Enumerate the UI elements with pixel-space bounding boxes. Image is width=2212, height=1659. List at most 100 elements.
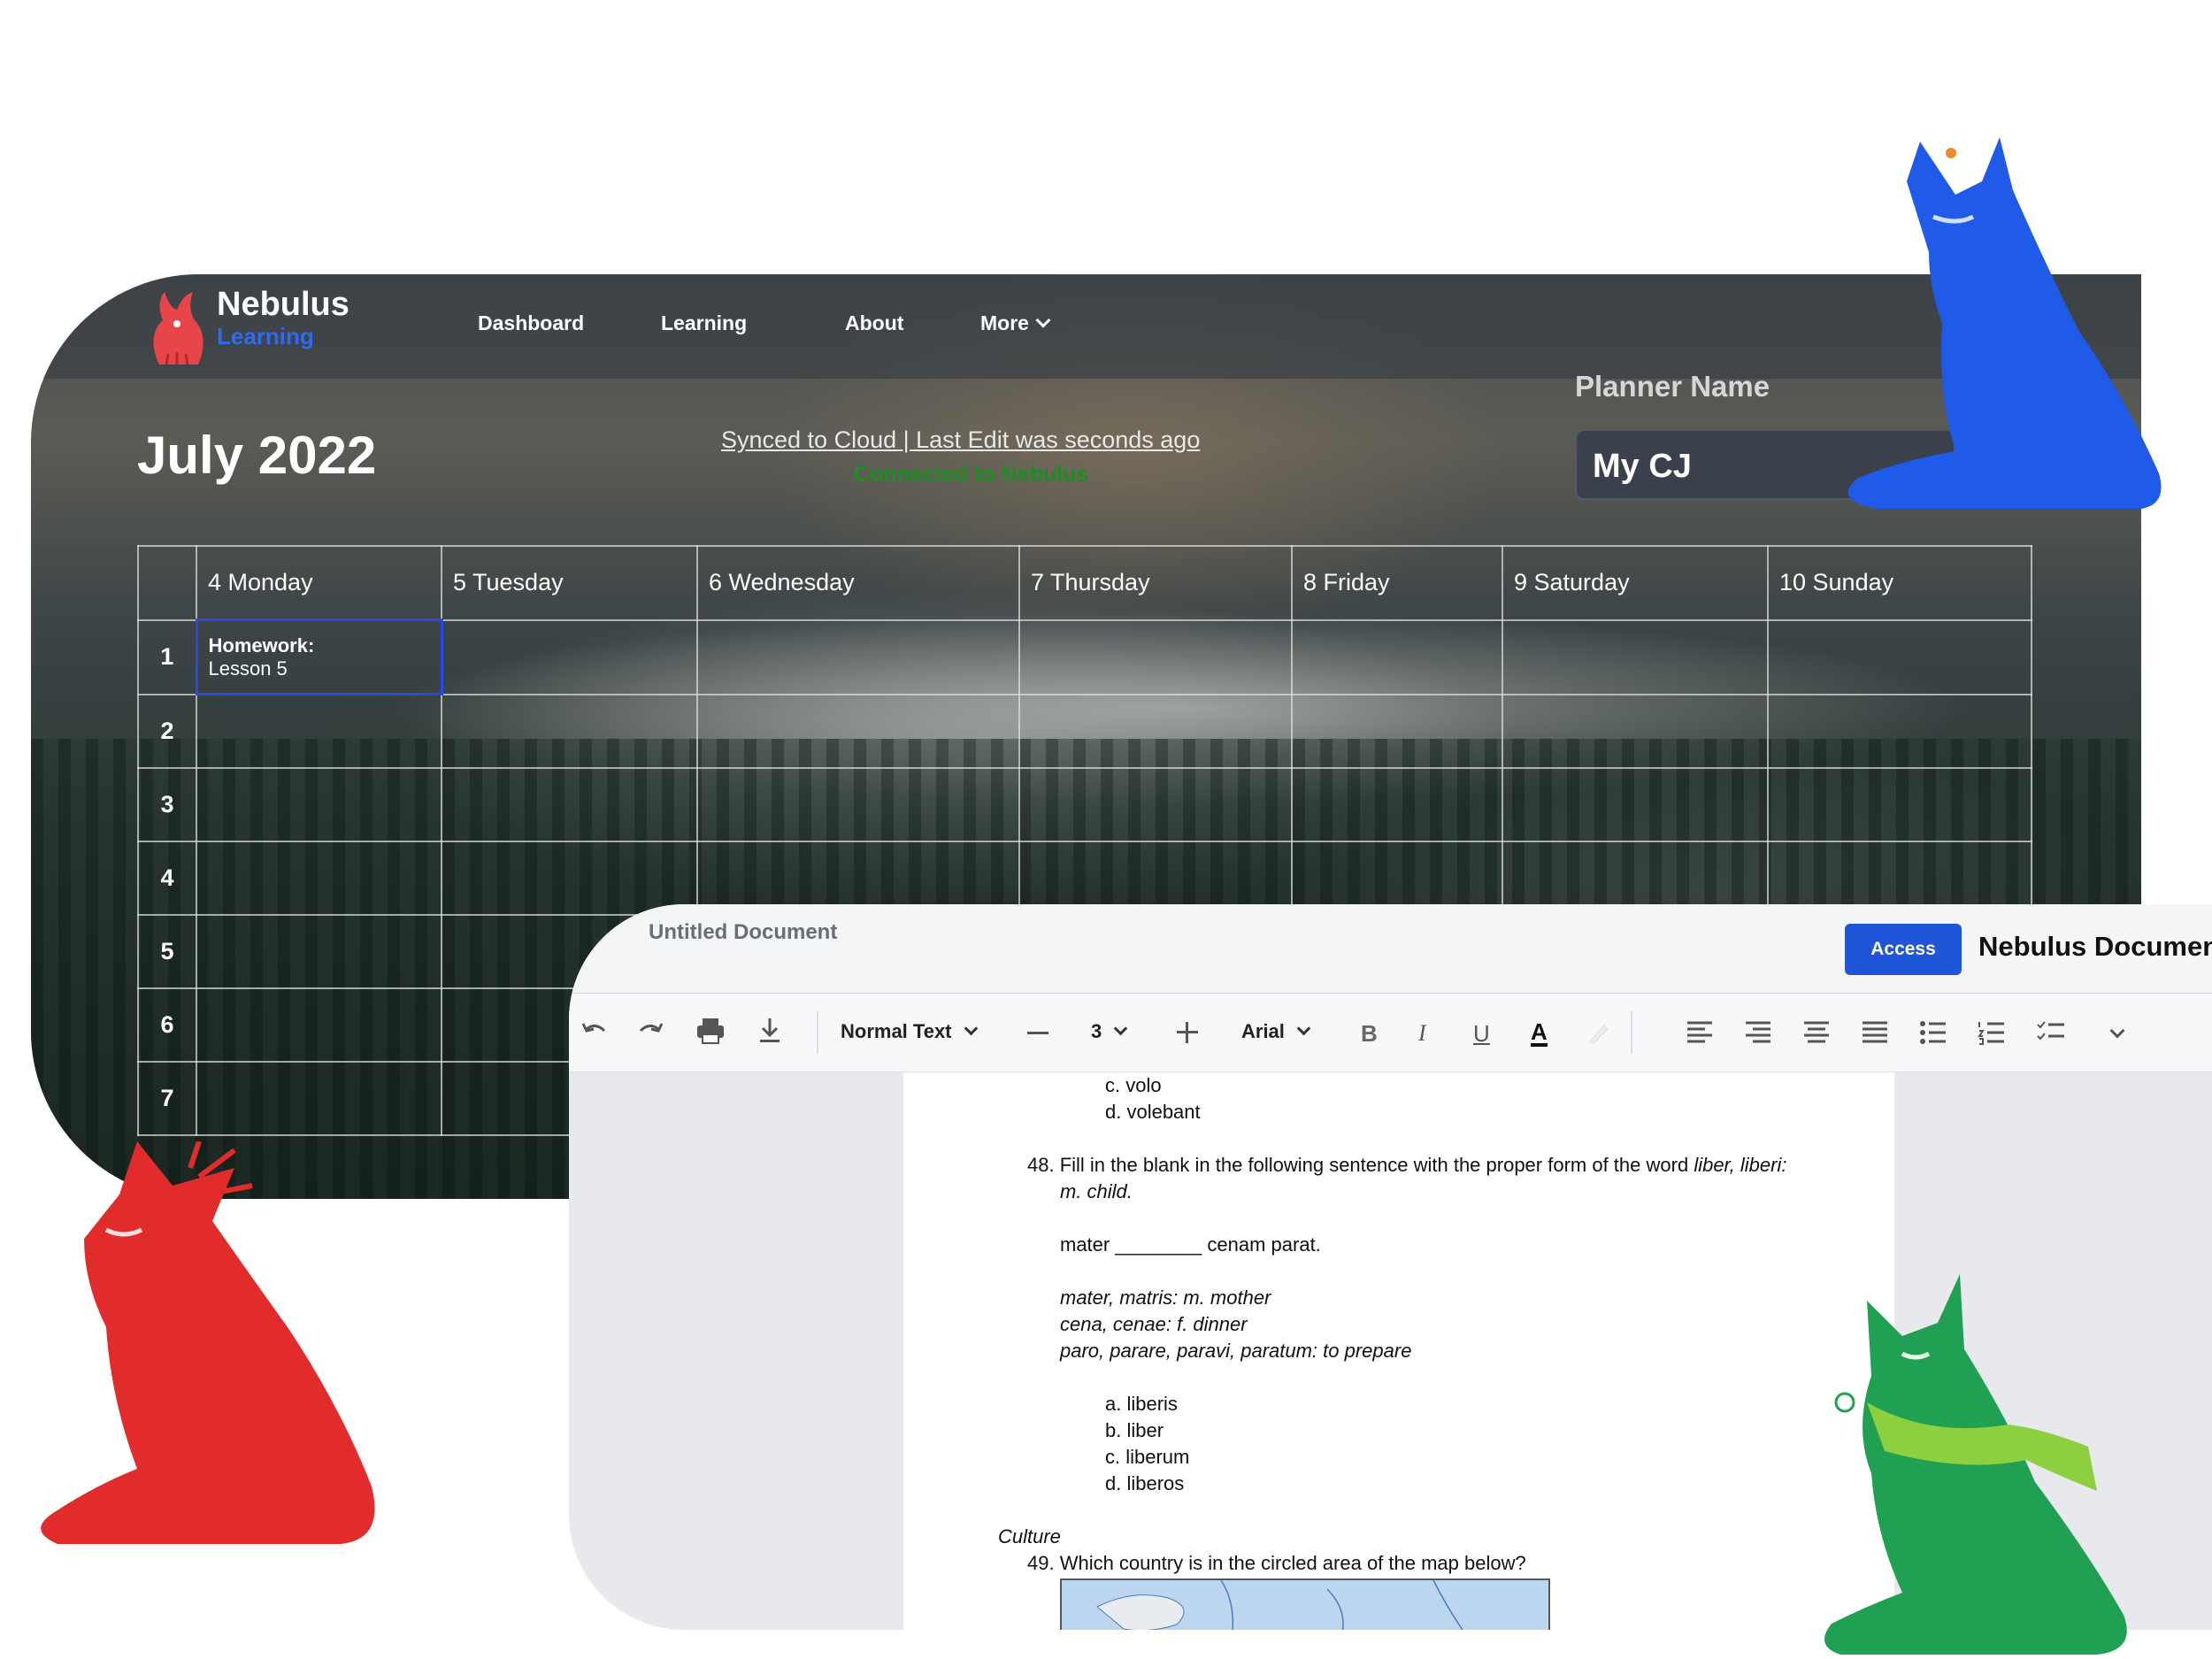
- planner-cell[interactable]: [441, 618, 698, 695]
- planner-cell[interactable]: [1018, 693, 1293, 769]
- font-size-value: 3: [1091, 1020, 1102, 1042]
- day-header: 7 Thursday: [1018, 545, 1293, 621]
- planner-cell[interactable]: [196, 767, 442, 842]
- brand-subtitle: Learning: [217, 323, 314, 349]
- nav-more[interactable]: More: [980, 311, 1051, 335]
- question-48-definition: m. child.: [1060, 1180, 1133, 1202]
- access-button[interactable]: Access: [1845, 924, 1962, 975]
- day-header: 8 Friday: [1291, 545, 1503, 621]
- answer-option: c. volo: [1105, 1074, 1162, 1096]
- planner-name-label: Planner Name: [1575, 370, 1770, 403]
- brand[interactable]: Nebulus Learning: [217, 285, 349, 349]
- planner-cell[interactable]: [196, 693, 442, 769]
- chevron-down-icon: [1035, 312, 1051, 328]
- period-number: 3: [137, 767, 197, 842]
- align-left-icon[interactable]: [1686, 1020, 1714, 1045]
- toolbar-divider: [1631, 1011, 1632, 1054]
- vocab-line: cena, cenae: f. dinner: [1060, 1313, 1248, 1335]
- connection-status: Connected to Nebulus: [854, 462, 1089, 487]
- checklist-icon[interactable]: [2036, 1020, 2066, 1045]
- planner-cell[interactable]: [1502, 767, 1769, 842]
- planner-cell[interactable]: [696, 693, 1020, 769]
- document-title[interactable]: Untitled Document: [649, 920, 837, 945]
- font-family-select[interactable]: Arial: [1241, 1020, 1311, 1043]
- planner-cell[interactable]: [696, 618, 1020, 695]
- nav-learning[interactable]: Learning: [661, 311, 747, 335]
- planner-cell[interactable]: [196, 914, 442, 989]
- day-header: 4 Monday: [196, 545, 442, 621]
- text-style-select[interactable]: Normal Text: [841, 1020, 978, 1043]
- nebulus-logo-icon[interactable]: [142, 285, 212, 366]
- increase-size-icon[interactable]: [1175, 1020, 1200, 1045]
- planner-row: 2: [137, 693, 2032, 769]
- chevron-down-icon: [964, 1021, 978, 1036]
- align-right-icon[interactable]: [1744, 1020, 1772, 1045]
- map-image: [1060, 1578, 1550, 1630]
- italic-icon[interactable]: I: [1418, 1020, 1426, 1047]
- planner-cell[interactable]: [1767, 767, 2032, 842]
- planner-cell[interactable]: [1291, 618, 1503, 695]
- period-number: 1: [137, 618, 197, 695]
- redo-icon[interactable]: [635, 1018, 665, 1045]
- numbered-list-icon[interactable]: [1978, 1020, 2006, 1045]
- more-options-chevron-icon[interactable]: [2109, 1023, 2125, 1039]
- print-icon[interactable]: [695, 1017, 726, 1045]
- sentence-blank: ________: [1115, 1233, 1202, 1256]
- planner-cell[interactable]: [441, 693, 698, 769]
- align-center-icon[interactable]: [1802, 1020, 1831, 1045]
- planner-row: 3: [137, 767, 2032, 842]
- question-48-text: 48. Fill in the blank in the following s…: [1027, 1154, 1689, 1176]
- planner-cell[interactable]: [1291, 693, 1503, 769]
- text-color-icon[interactable]: A: [1531, 1020, 1548, 1047]
- planner-cell[interactable]: [1502, 693, 1769, 769]
- green-cat-sticker-icon: [1824, 1274, 2127, 1655]
- font-family-value: Arial: [1241, 1020, 1285, 1042]
- question-49: 49. Which country is in the circled area…: [1027, 1552, 1526, 1574]
- planner-cell[interactable]: [441, 767, 698, 842]
- align-justify-icon[interactable]: [1861, 1020, 1889, 1045]
- undo-icon[interactable]: [580, 1018, 610, 1045]
- bold-icon[interactable]: B: [1361, 1020, 1378, 1048]
- toolbar-divider: [817, 1011, 818, 1054]
- document-header: Untitled Document Access Nebulus Documen…: [569, 904, 2212, 995]
- corner-cell: [137, 545, 197, 621]
- period-number: 6: [137, 987, 197, 1063]
- nav-more-label: More: [980, 311, 1029, 334]
- red-cat-sticker-icon: [41, 1141, 375, 1544]
- day-header: 5 Tuesday: [441, 545, 698, 621]
- answer-option: b. liber: [1105, 1419, 1164, 1441]
- planner-cell[interactable]: [196, 841, 442, 916]
- download-icon[interactable]: [757, 1017, 783, 1045]
- vocab-line: mater, matris: m. mother: [1060, 1286, 1271, 1309]
- planner-cell[interactable]: [1767, 618, 2032, 695]
- font-size-select[interactable]: 3: [1091, 1020, 1128, 1043]
- nav-dashboard[interactable]: Dashboard: [478, 311, 584, 335]
- planner-cell[interactable]: [1018, 767, 1293, 842]
- underline-icon[interactable]: U: [1473, 1020, 1490, 1048]
- question-48: 48. Fill in the blank in the following s…: [1027, 1154, 1786, 1177]
- planner-cell[interactable]: [1767, 693, 2032, 769]
- planner-cell[interactable]: [1502, 618, 1769, 695]
- sync-status-link[interactable]: Synced to Cloud | Last Edit was seconds …: [721, 426, 1200, 454]
- planner-cell[interactable]: [196, 1061, 442, 1136]
- highlight-icon[interactable]: [1586, 1020, 1611, 1045]
- vocab-line: paro, parare, paravi, paratum: to prepar…: [1060, 1340, 1412, 1362]
- planner-cell-selected[interactable]: Homework: Lesson 5: [195, 618, 443, 695]
- planner-cell[interactable]: [1018, 618, 1293, 695]
- period-number: 5: [137, 914, 197, 989]
- month-title: July 2022: [137, 426, 377, 485]
- answer-option: d. volebant: [1105, 1101, 1201, 1123]
- map-outline-icon: [1096, 1579, 1463, 1630]
- day-header: 6 Wednesday: [696, 545, 1020, 621]
- planner-cell[interactable]: [196, 987, 442, 1063]
- blue-cat-sticker-icon: [1847, 137, 2162, 509]
- period-number: 2: [137, 693, 197, 769]
- decrease-size-icon[interactable]: [1025, 1024, 1050, 1041]
- day-header-row: 4 Monday 5 Tuesday 6 Wednesday 7 Thursda…: [137, 545, 2032, 621]
- planner-cell[interactable]: [696, 767, 1020, 842]
- planner-cell[interactable]: [1291, 767, 1503, 842]
- bullet-list-icon[interactable]: [1919, 1020, 1947, 1045]
- question-48-word: liber, liberi:: [1694, 1154, 1787, 1176]
- sentence-end: cenam parat.: [1207, 1233, 1321, 1256]
- nav-about[interactable]: About: [845, 311, 903, 335]
